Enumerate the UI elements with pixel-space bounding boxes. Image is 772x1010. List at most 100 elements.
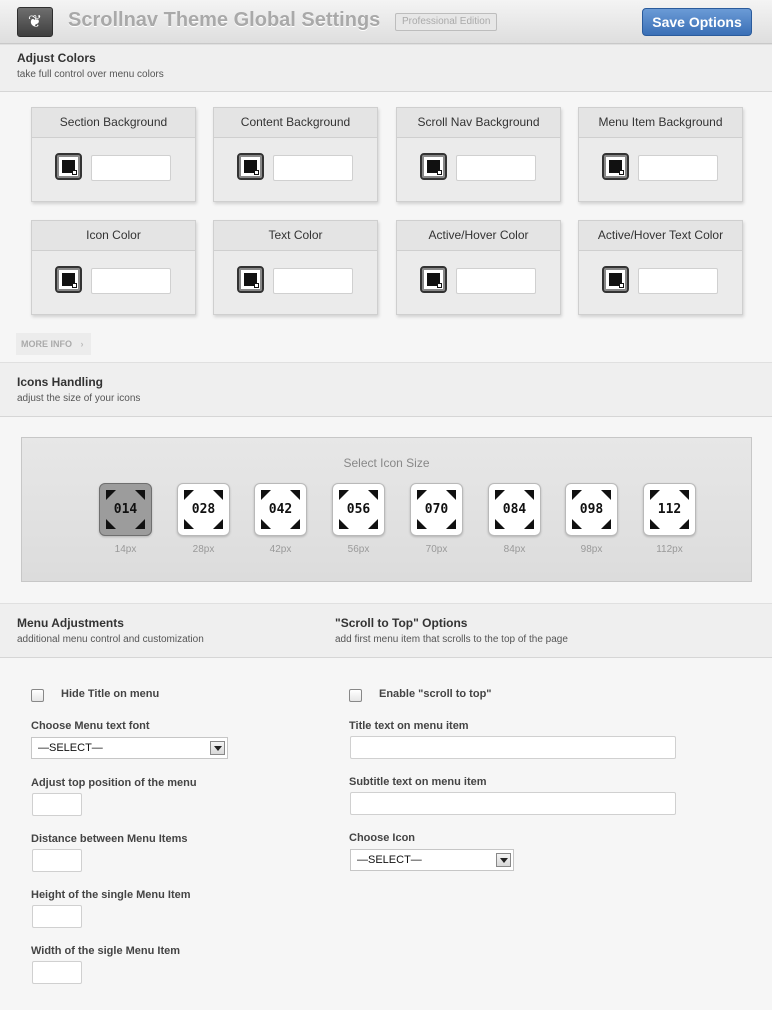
item-width-input[interactable] — [32, 961, 82, 984]
item-height-label: Height of the single Menu Item — [31, 889, 191, 901]
icons-section-header: Icons Handling adjust the size of your i… — [0, 362, 772, 417]
chevron-down-icon[interactable] — [210, 741, 225, 755]
icon-size-number: 070 — [424, 502, 449, 517]
menu-font-select[interactable]: —SELECT— — [31, 737, 228, 759]
distance-label: Distance between Menu Items — [31, 833, 188, 845]
picker-corner — [437, 283, 442, 288]
more-info-button[interactable]: MORE INFO › — [16, 333, 91, 355]
expand-arrow-icon — [446, 490, 456, 500]
icon-size-option[interactable]: 042 — [254, 483, 307, 536]
color-box-label: Section Background — [32, 108, 195, 138]
expand-arrow-icon — [184, 519, 194, 529]
color-box: Content Background — [213, 107, 378, 202]
subtitle-text-input[interactable] — [350, 792, 676, 815]
page-title: Scrollnav Theme Global Settings — [68, 9, 381, 31]
choose-icon-label: Choose Icon — [349, 832, 416, 844]
icons-section-subtitle: adjust the size of your icons — [17, 393, 141, 404]
color-picker-icon[interactable] — [602, 153, 629, 180]
icon-size-number: 056 — [346, 502, 371, 517]
icon-size-label: 70px — [425, 544, 448, 555]
expand-arrow-icon — [495, 519, 505, 529]
expand-arrow-icon — [650, 519, 660, 529]
icon-size-label: 84px — [503, 544, 526, 555]
top-bar: ❦ Scrollnav Theme Global Settings Profes… — [0, 0, 772, 44]
expand-arrow-icon — [106, 519, 116, 529]
icon-size-panel-title: Select Icon Size — [343, 456, 430, 470]
save-options-button[interactable]: Save Options — [642, 8, 752, 36]
icon-size-option[interactable]: 084 — [488, 483, 541, 536]
color-value-input[interactable] — [638, 268, 718, 294]
color-value-input[interactable] — [456, 268, 536, 294]
color-picker-icon[interactable] — [420, 153, 447, 180]
enable-scroll-to-top-checkbox[interactable] — [349, 689, 362, 702]
picker-corner — [254, 170, 259, 175]
top-position-input[interactable] — [32, 793, 82, 816]
expand-arrow-icon — [213, 519, 223, 529]
expand-arrow-icon — [572, 490, 582, 500]
color-box: Text Color — [213, 220, 378, 315]
hide-title-checkbox[interactable] — [31, 689, 44, 702]
menu-section-header: Menu Adjustments additional menu control… — [0, 603, 772, 658]
colors-section-title: Adjust Colors — [17, 51, 96, 65]
expand-arrow-icon — [417, 490, 427, 500]
color-box: Icon Color — [31, 220, 196, 315]
icon-size-option[interactable]: 070 — [410, 483, 463, 536]
expand-arrow-icon — [679, 519, 689, 529]
expand-arrow-icon — [495, 490, 505, 500]
expand-arrow-icon — [135, 519, 145, 529]
title-text-label: Title text on menu item — [349, 720, 469, 732]
color-picker-icon[interactable] — [237, 153, 264, 180]
icon-size-number: 084 — [502, 502, 527, 517]
expand-arrow-icon — [213, 490, 223, 500]
color-value-input[interactable] — [638, 155, 718, 181]
color-picker-icon[interactable] — [237, 266, 264, 293]
icon-size-label: 98px — [580, 544, 603, 555]
expand-arrow-icon — [339, 519, 349, 529]
icon-size-option[interactable]: 056 — [332, 483, 385, 536]
distance-input[interactable] — [32, 849, 82, 872]
color-value-input[interactable] — [91, 268, 171, 294]
icon-size-number: 014 — [113, 502, 138, 517]
icon-size-panel: Select Icon Size 014 14px 028 28px 042 42px 05… — [21, 437, 752, 582]
color-box-label: Active/Hover Color — [397, 221, 560, 251]
expand-arrow-icon — [524, 490, 534, 500]
icon-size-label: 14px — [114, 544, 137, 555]
icon-size-option[interactable]: 112 — [643, 483, 696, 536]
more-info-label: MORE INFO — [21, 339, 72, 349]
icon-size-option[interactable]: 098 — [565, 483, 618, 536]
expand-arrow-icon — [135, 490, 145, 500]
icon-size-label: 28px — [192, 544, 215, 555]
picker-corner — [254, 283, 259, 288]
scroll-section-subtitle: add first menu item that scrolls to the … — [335, 634, 568, 645]
top-position-label: Adjust top position of the menu — [31, 777, 197, 789]
expand-arrow-icon — [368, 519, 378, 529]
picker-corner — [619, 170, 624, 175]
edition-badge: Professional Edition — [395, 13, 498, 31]
item-height-input[interactable] — [32, 905, 82, 928]
title-text-input[interactable] — [350, 736, 676, 759]
color-picker-icon[interactable] — [420, 266, 447, 293]
expand-arrow-icon — [679, 490, 689, 500]
chevron-down-icon[interactable] — [496, 853, 511, 867]
icon-size-option[interactable]: 014 — [99, 483, 152, 536]
icon-size-option[interactable]: 028 — [177, 483, 230, 536]
expand-arrow-icon — [601, 519, 611, 529]
expand-arrow-icon — [650, 490, 660, 500]
choose-icon-select[interactable]: —SELECT— — [350, 849, 514, 871]
color-box-label: Content Background — [214, 108, 377, 138]
color-picker-icon[interactable] — [602, 266, 629, 293]
color-value-input[interactable] — [456, 155, 536, 181]
expand-arrow-icon — [601, 490, 611, 500]
picker-corner — [619, 283, 624, 288]
enable-scroll-to-top-label: Enable "scroll to top" — [379, 688, 492, 700]
icon-size-number: 028 — [191, 502, 216, 517]
menu-section-title: Menu Adjustments — [17, 616, 124, 630]
color-box: Section Background — [31, 107, 196, 202]
color-value-input[interactable] — [91, 155, 171, 181]
color-value-input[interactable] — [273, 155, 353, 181]
color-value-input[interactable] — [273, 268, 353, 294]
icon-size-label: 42px — [269, 544, 292, 555]
expand-arrow-icon — [524, 519, 534, 529]
color-picker-icon[interactable] — [55, 153, 82, 180]
color-picker-icon[interactable] — [55, 266, 82, 293]
